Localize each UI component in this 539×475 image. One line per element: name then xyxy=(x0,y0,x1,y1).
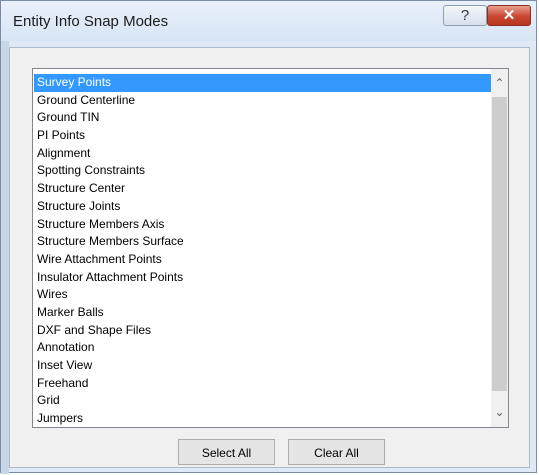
title-bar[interactable]: Entity Info Snap Modes ? ✕ xyxy=(1,1,536,41)
list-item[interactable]: Inset View xyxy=(34,357,507,375)
list-item[interactable]: Structure Members Surface xyxy=(34,233,507,251)
close-button[interactable]: ✕ xyxy=(487,5,531,26)
list-item[interactable]: Freehand xyxy=(34,375,507,393)
list-item[interactable]: Structure Center xyxy=(34,180,507,198)
list-item[interactable]: Grid xyxy=(34,392,507,410)
list-item[interactable]: Survey Points xyxy=(34,74,503,92)
dialog-title: Entity Info Snap Modes xyxy=(13,13,169,30)
list-item[interactable]: Ground TIN xyxy=(34,109,507,127)
list-item[interactable]: Marker Balls xyxy=(34,304,507,322)
list-item[interactable]: Annotation xyxy=(34,339,507,357)
select-all-button[interactable]: Select All xyxy=(178,439,275,465)
vertical-scrollbar[interactable]: ⌃ ⌄ xyxy=(491,69,508,427)
window-left-border xyxy=(1,41,9,474)
scroll-up-icon[interactable]: ⌃ xyxy=(491,75,508,92)
list-item[interactable]: Structure Members Axis xyxy=(34,216,507,234)
list-item[interactable]: Wire Attachment Points xyxy=(34,251,507,269)
list-item[interactable]: Ground Centerline xyxy=(34,92,507,110)
help-button[interactable]: ? xyxy=(443,5,487,26)
list-item[interactable]: Jumpers xyxy=(34,410,507,427)
dialog-window: Entity Info Snap Modes ? ✕ Survey Points… xyxy=(0,0,537,474)
list-item[interactable]: Insulator Attachment Points xyxy=(34,269,507,287)
snap-modes-listbox[interactable]: Survey Points Ground Centerline Ground TIN… xyxy=(32,68,509,428)
snap-modes-list: Survey Points Ground Centerline Ground TIN… xyxy=(34,74,507,427)
list-item[interactable]: PI Points xyxy=(34,127,507,145)
dialog-content: Survey Points Ground Centerline Ground TIN… xyxy=(9,47,530,468)
list-item[interactable]: Wires xyxy=(34,286,507,304)
list-item[interactable]: Structure Joints xyxy=(34,198,507,216)
scroll-down-icon[interactable]: ⌄ xyxy=(491,404,508,421)
clear-all-button[interactable]: Clear All xyxy=(288,439,385,465)
list-item[interactable]: Spotting Constraints xyxy=(34,162,507,180)
list-item[interactable]: Alignment xyxy=(34,145,507,163)
list-item[interactable]: DXF and Shape Files xyxy=(34,322,507,340)
scroll-thumb[interactable] xyxy=(492,97,507,391)
